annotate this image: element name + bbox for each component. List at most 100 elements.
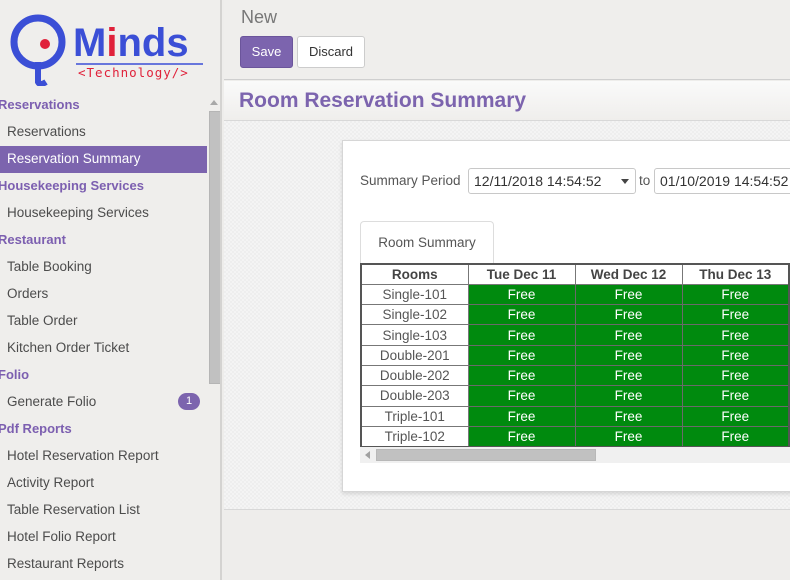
sidebar-scrollbar[interactable]	[207, 96, 220, 580]
availability-cell[interactable]: Free	[681, 344, 790, 366]
sidebar-section-header: Folio	[0, 367, 30, 382]
logo-dot	[40, 39, 50, 49]
page-title: Room Reservation Summary	[239, 89, 527, 112]
date-to-value: 01/10/2019 14:54:52	[660, 173, 789, 189]
sidebar-item[interactable]: Restaurant Reports	[0, 551, 207, 578]
room-name-cell: Triple-101	[360, 405, 469, 427]
room-name-cell: Single-101	[360, 283, 469, 306]
count-badge: 1	[178, 393, 200, 410]
table-scroll-thumb[interactable]	[376, 449, 596, 461]
sidebar-section-header: Pdf Reports	[0, 421, 72, 436]
sidebar-item[interactable]: Table Reservation List	[0, 497, 207, 524]
date-from-field[interactable]: 12/11/2018 14:54:52	[468, 168, 636, 194]
sidebar-item-label: Kitchen Order Ticket	[7, 340, 130, 355]
logo-tagline: <Technology/>	[78, 65, 189, 80]
availability-cell[interactable]: Free	[574, 304, 683, 326]
logo-wordmark: Minds	[73, 21, 189, 65]
sidebar-menu: Reservations Reservations Reservation Summ…	[0, 92, 207, 578]
availability-cell[interactable]: Free	[681, 283, 790, 306]
table-horizontal-scrollbar[interactable]	[360, 447, 790, 463]
availability-cell[interactable]: Free	[681, 324, 790, 346]
availability-cell[interactable]: Free	[467, 385, 576, 407]
availability-cell[interactable]: Free	[467, 425, 576, 448]
availability-cell[interactable]: Free	[467, 344, 576, 366]
room-name-cell: Single-103	[360, 324, 469, 346]
sidebar-scroll-thumb[interactable]	[209, 111, 220, 384]
availability-cell[interactable]: Free	[467, 304, 576, 326]
availability-cell[interactable]: Free	[574, 364, 683, 387]
table-row: Single-103 Free Free Free	[360, 324, 790, 346]
control-panel: New Save Discard	[224, 0, 790, 80]
dropdown-caret-icon[interactable]	[621, 179, 629, 184]
sidebar-item-label: Orders	[7, 286, 49, 301]
room-summary-table: Rooms Tue Dec 11 Wed Dec 12 Thu Dec 13 Sing…	[360, 263, 790, 448]
sidebar-item[interactable]: Hotel Folio Report	[0, 524, 207, 551]
logo-q-ring	[10, 14, 66, 70]
sidebar-item-label: Restaurant Reports	[7, 556, 125, 571]
date-from-value: 12/11/2018 14:54:52	[474, 173, 602, 189]
availability-cell[interactable]: Free	[574, 425, 683, 448]
summary-period-label: Summary Period	[360, 173, 461, 188]
sidebar-item-label: Activity Report	[7, 475, 95, 490]
to-label: to	[639, 173, 651, 188]
table-row: Double-203 Free Free Free	[360, 385, 790, 407]
sidebar-item[interactable]: Activity Report	[0, 470, 207, 497]
sidebar-section-header: Restaurant	[0, 232, 66, 247]
availability-cell[interactable]: Free	[574, 283, 683, 306]
availability-cell[interactable]: Free	[681, 425, 790, 448]
sidebar-item[interactable]: Table Order	[0, 308, 207, 335]
availability-cell[interactable]: Free	[574, 405, 683, 427]
sidebar-section-header: Reservations	[0, 97, 80, 112]
sidebar-item[interactable]: Generate Folio 1	[0, 389, 207, 416]
availability-cell[interactable]: Free	[681, 385, 790, 407]
column-header: Wed Dec 12	[574, 263, 683, 285]
availability-cell[interactable]: Free	[574, 324, 683, 346]
room-name-cell: Double-202	[360, 364, 469, 387]
sidebar-section-header: Housekeeping Services	[0, 178, 144, 193]
availability-cell[interactable]: Free	[467, 324, 576, 346]
table-row: Triple-102 Free Free Free	[360, 425, 790, 448]
sidebar-item[interactable]: Reservations	[0, 119, 207, 146]
availability-cell[interactable]: Free	[681, 405, 790, 427]
scroll-up-arrow-icon[interactable]	[210, 100, 218, 105]
company-logo[interactable]: Minds <Technology/>	[8, 4, 208, 86]
table-row: Double-202 Free Free Free	[360, 364, 790, 387]
sidebar-item-label: Reservation Summary	[7, 151, 141, 166]
discard-button[interactable]: Discard	[297, 36, 365, 68]
availability-cell[interactable]: Free	[574, 344, 683, 366]
date-to-field[interactable]: 01/10/2019 14:54:52	[654, 168, 790, 194]
availability-cell[interactable]: Free	[467, 405, 576, 427]
sidebar-item[interactable]: Kitchen Order Ticket	[0, 335, 207, 362]
table-row: Single-101 Free Free Free	[360, 283, 790, 306]
table-row: Single-102 Free Free Free	[360, 304, 790, 326]
availability-cell[interactable]: Free	[467, 283, 576, 306]
sidebar-item[interactable]: Orders	[0, 281, 207, 308]
breadcrumb: New	[241, 7, 278, 27]
room-summary-table-container: Rooms Tue Dec 11 Wed Dec 12 Thu Dec 13 Sing…	[360, 263, 790, 449]
availability-cell[interactable]: Free	[681, 364, 790, 387]
table-header-row: Rooms Tue Dec 11 Wed Dec 12 Thu Dec 13	[360, 263, 790, 285]
sidebar-item-label: Table Order	[7, 313, 78, 328]
sidebar-item-label: Hotel Reservation Report	[7, 448, 159, 463]
availability-cell[interactable]: Free	[574, 385, 683, 407]
room-name-cell: Double-203	[360, 385, 469, 407]
save-button[interactable]: Save	[240, 36, 293, 68]
sidebar-item-label: Hotel Folio Report	[7, 529, 116, 544]
column-header: Rooms	[360, 263, 469, 285]
scroll-left-arrow-icon[interactable]	[365, 451, 370, 459]
sidebar-item[interactable]: Housekeeping Services	[0, 200, 207, 227]
availability-cell[interactable]: Free	[681, 304, 790, 326]
sidebar-item[interactable]: Table Booking	[0, 254, 207, 281]
availability-cell[interactable]: Free	[467, 364, 576, 387]
tab-room-summary[interactable]: Room Summary	[360, 221, 494, 264]
room-name-cell: Double-201	[360, 344, 469, 366]
sidebar-item[interactable]: Hotel Reservation Report	[0, 443, 207, 470]
sidebar-item-label: Table Reservation List	[7, 502, 140, 517]
column-header: Thu Dec 13	[681, 263, 790, 285]
form-sheet: Summary Period 12/11/2018 14:54:52 to 01…	[342, 140, 790, 492]
form-title-bar: Room Reservation Summary	[224, 81, 790, 121]
sidebar-item-label: Generate Folio	[7, 394, 97, 409]
room-name-cell: Single-102	[360, 304, 469, 326]
sidebar-item[interactable]: Reservation Summary	[0, 146, 207, 173]
table-row: Double-201 Free Free Free	[360, 344, 790, 366]
